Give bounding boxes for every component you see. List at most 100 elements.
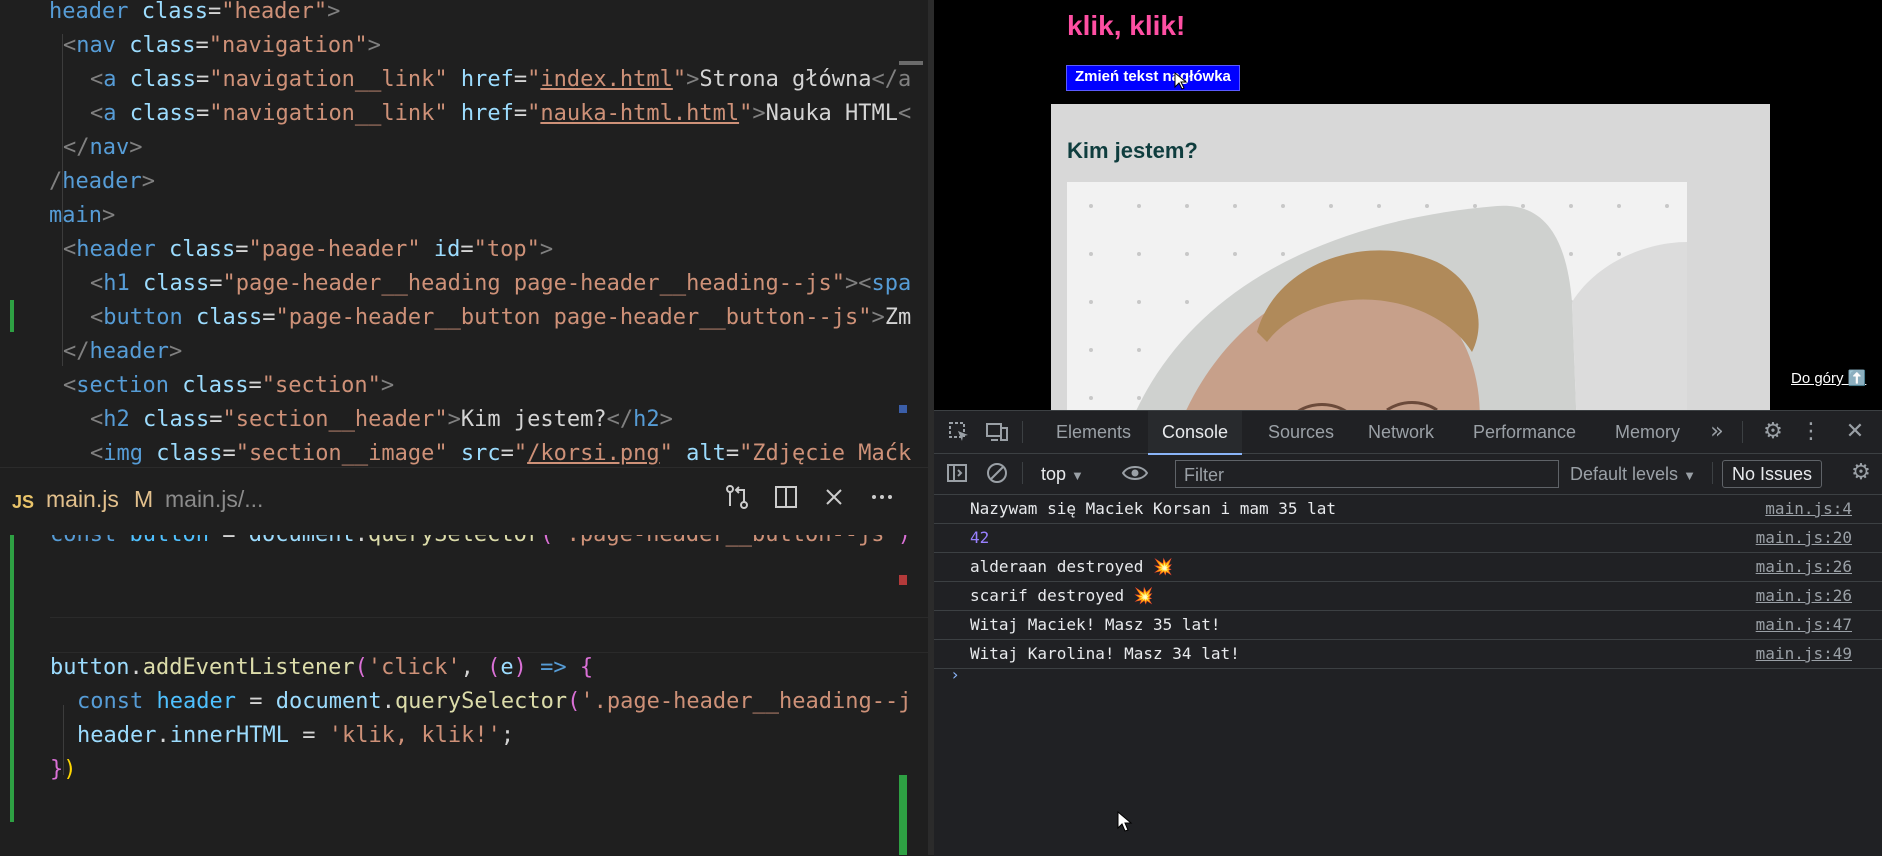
tab-file-path[interactable]: main.js/... <box>165 486 263 513</box>
split-editor-icon[interactable] <box>768 482 804 518</box>
console-message: Witaj Maciek! Masz 35 lat! main.js:47 <box>934 611 1882 640</box>
tab-network[interactable]: Network <box>1368 411 1434 453</box>
code-line: /header> <box>49 169 155 194</box>
html-editor-pane[interactable]: header class="header"> <nav class="navig… <box>0 0 928 467</box>
console-message-source[interactable]: main.js:26 <box>1756 582 1852 610</box>
editor-tab-bar: JS main.js M main.js/... <box>0 467 928 536</box>
code-line: <h1 class="page-header__heading page-hea… <box>90 271 912 296</box>
javascript-file-icon: JS <box>12 492 35 512</box>
caret-down-icon: ▼ <box>1071 468 1084 483</box>
mouse-cursor-icon <box>1174 72 1188 90</box>
tab-performance[interactable]: Performance <box>1473 411 1576 453</box>
sidebar-toggle-icon[interactable] <box>942 453 972 493</box>
code-link-text: Nauka HTML <box>765 101 899 126</box>
scrollbar-marker <box>899 775 907 855</box>
console-message-source[interactable]: main.js:20 <box>1756 524 1852 552</box>
code-link-href[interactable]: nauka-html.html <box>540 101 739 126</box>
console-prompt-icon[interactable]: › <box>952 665 958 684</box>
code-line: <a class="navigation__link" href="index.… <box>90 67 912 92</box>
open-changes-icon[interactable] <box>719 482 755 518</box>
issues-button[interactable]: No Issues <box>1722 460 1823 488</box>
code-line: <section class="section"> <box>63 373 395 398</box>
console-filter-input[interactable]: Filter <box>1175 460 1559 488</box>
code-line: </header> <box>63 339 183 364</box>
console-message: 42 main.js:20 <box>934 524 1882 553</box>
code-line: <img class="section__image" src="/korsi.… <box>90 441 912 466</box>
scrollbar-marker <box>899 61 923 65</box>
section-header: Kim jestem? <box>1067 138 1198 163</box>
tab-console[interactable]: Console <box>1148 411 1243 455</box>
code-event-name: 'click' <box>367 655 461 680</box>
console-toolbar: top ▼ Filter Default levels ▼ No Issues … <box>934 454 1882 495</box>
caret-down-icon: ▼ <box>1683 468 1696 483</box>
console-message: Witaj Karolina! Masz 34 lat! main.js:49 <box>934 640 1882 669</box>
code-selector: '.page-header__heading--j <box>580 689 912 714</box>
about-section: Kim jestem? <box>1051 104 1770 410</box>
tab-modified-flag: M <box>134 486 154 512</box>
current-line-highlight <box>50 617 928 653</box>
console-message-source[interactable]: main.js:4 <box>1765 495 1852 523</box>
page-heading: klik, klik! <box>1067 10 1186 41</box>
close-icon[interactable] <box>816 482 852 518</box>
code-h2-text: Kim jestem? <box>460 407 607 432</box>
git-modified-marker <box>10 535 14 822</box>
profile-photo <box>1067 182 1687 410</box>
code-line: header class="header"> <box>49 0 341 24</box>
context-selector[interactable]: top ▼ <box>1041 460 1084 488</box>
scrollbar-marker <box>899 575 907 585</box>
console-settings-icon[interactable]: ⚙ <box>1844 453 1878 493</box>
scrollbar-marker <box>899 405 907 413</box>
console-message-text: scarif destroyed 💥 <box>970 586 1154 605</box>
code-listener-method: addEventListener <box>142 655 355 680</box>
clear-console-icon[interactable] <box>982 453 1012 493</box>
code-param: e <box>500 655 514 680</box>
tab-elements[interactable]: Elements <box>1056 411 1131 453</box>
tab-memory[interactable]: Memory <box>1615 411 1680 453</box>
code-line: <a class="navigation__link" href="nauka-… <box>90 101 912 126</box>
mouse-pointer-icon <box>1117 811 1133 832</box>
code-line: button.addEventListener('click', (e) => … <box>50 655 594 680</box>
js-editor-pane[interactable]: const button = document.querySelector('.… <box>0 535 928 855</box>
gear-icon[interactable]: ⚙ <box>1756 411 1790 453</box>
console-message-text: Witaj Karolina! Masz 34 lat! <box>970 644 1240 663</box>
tab-sources[interactable]: Sources <box>1268 411 1334 453</box>
devtools-panel: Elements Console Sources Network Perform… <box>934 410 1882 856</box>
code-line: <nav class="navigation"> <box>63 33 381 58</box>
back-to-top-link[interactable]: Do góry ⬆️ <box>1791 369 1866 387</box>
eye-icon[interactable] <box>1118 453 1152 493</box>
console-message-source[interactable]: main.js:26 <box>1756 553 1852 581</box>
context-label: top <box>1041 464 1067 484</box>
kebab-menu-icon[interactable]: ⋮ <box>1796 411 1826 453</box>
console-message-text: Witaj Maciek! Masz 35 lat! <box>970 615 1221 634</box>
close-devtools-icon[interactable]: ✕ <box>1838 411 1872 453</box>
log-levels-dropdown[interactable]: Default levels ▼ <box>1570 460 1696 488</box>
code-line: main> <box>49 203 116 228</box>
console-message-text: Nazywam się Maciek Korsan i mam 35 lat <box>970 499 1337 518</box>
console-message: Nazywam się Maciek Korsan i mam 35 lat m… <box>934 495 1882 524</box>
console-message-source[interactable]: main.js:47 <box>1756 611 1852 639</box>
code-editor[interactable]: header class="header"> <nav class="navig… <box>0 0 930 855</box>
tab-file-name[interactable]: main.js <box>46 486 119 513</box>
log-levels-label: Default levels <box>1570 464 1679 484</box>
code-line: <h2 class="section__header">Kim jestem?<… <box>90 407 673 432</box>
code-line: </nav> <box>63 135 143 160</box>
code-line: const header = document.querySelector('.… <box>77 689 912 714</box>
more-actions-icon[interactable] <box>864 482 900 518</box>
device-toolbar-icon[interactable] <box>980 411 1014 453</box>
console-output: Nazywam się Maciek Korsan i mam 35 lat m… <box>934 495 1882 856</box>
console-message: alderaan destroyed 💥 main.js:26 <box>934 553 1882 582</box>
console-message-source[interactable]: main.js:49 <box>1756 640 1852 668</box>
page-preview[interactable]: klik, klik! Zmień tekst nagłówka Kim jes… <box>934 0 1882 410</box>
code-line: const button = document.querySelector('.… <box>50 535 911 552</box>
code-link-text: Strona główna <box>699 67 872 92</box>
code-line: }) <box>50 757 77 782</box>
console-message-text: 42 <box>970 528 990 547</box>
console-message-text: alderaan destroyed 💥 <box>970 557 1173 576</box>
code-link-href[interactable]: index.html <box>540 67 672 92</box>
inspect-element-icon[interactable] <box>942 411 976 453</box>
change-heading-button[interactable]: Zmień tekst nagłówka <box>1066 65 1240 91</box>
devtools-tab-bar: Elements Console Sources Network Perform… <box>934 411 1882 455</box>
code-listener-object: button <box>50 655 130 680</box>
more-tabs-icon[interactable]: » <box>1702 411 1732 453</box>
code-line: <header class="page-header" id="top"> <box>63 237 554 262</box>
